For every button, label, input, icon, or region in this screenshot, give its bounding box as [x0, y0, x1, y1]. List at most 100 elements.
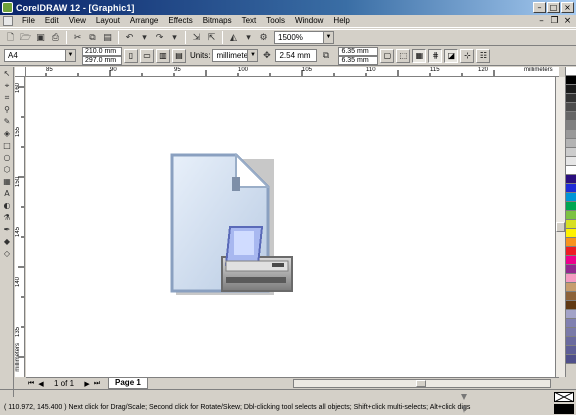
- palette-swatch[interactable]: [566, 175, 576, 184]
- ellipse-tool-icon[interactable]: ○: [1, 152, 13, 163]
- first-page-button[interactable]: ⏮: [26, 379, 36, 388]
- menu-effects[interactable]: Effects: [163, 15, 197, 27]
- redo-icon[interactable]: ↷: [153, 31, 166, 44]
- new-icon[interactable]: 🗋: [4, 31, 17, 44]
- doc-restore-button[interactable]: ❐: [550, 16, 559, 26]
- app-launcher-dropdown-icon[interactable]: ▾: [242, 31, 255, 44]
- last-page-button[interactable]: ⏭: [92, 379, 102, 388]
- maximize-button[interactable]: □: [547, 2, 560, 13]
- horizontal-ruler[interactable]: 85 90 95 100 105 110 115 120 millimeters: [26, 67, 559, 77]
- shape-tool-icon[interactable]: ⌖: [1, 80, 13, 91]
- treat-as-filled-button[interactable]: ▢: [380, 48, 395, 63]
- save-icon[interactable]: ▣: [34, 31, 47, 44]
- chevron-down-icon[interactable]: ▼: [65, 50, 75, 61]
- zoom-level-select[interactable]: 1500% ▼: [274, 31, 334, 44]
- basic-shapes-tool-icon[interactable]: ▦: [1, 176, 13, 187]
- document-icon[interactable]: [3, 16, 13, 26]
- horizontal-scroll-thumb[interactable]: [416, 380, 426, 387]
- menu-tools[interactable]: Tools: [261, 15, 290, 27]
- import-icon[interactable]: ⇲: [190, 31, 203, 44]
- palette-swatch[interactable]: [566, 202, 576, 211]
- menu-bitmaps[interactable]: Bitmaps: [198, 15, 237, 27]
- drawing-canvas[interactable]: [26, 77, 559, 377]
- palette-swatch[interactable]: [566, 220, 576, 229]
- duplicate-x-field[interactable]: 6.35 mm: [338, 46, 379, 56]
- palette-swatch[interactable]: [566, 67, 576, 76]
- palette-swatch[interactable]: [566, 328, 576, 337]
- smart-fill-tool-icon[interactable]: ◈: [1, 128, 13, 139]
- coreldraw-app-icon[interactable]: [2, 2, 13, 13]
- palette-swatch[interactable]: [566, 337, 576, 346]
- menu-file[interactable]: File: [17, 15, 40, 27]
- palette-swatch[interactable]: [566, 319, 576, 328]
- eyedropper-tool-icon[interactable]: ⚗: [1, 212, 13, 223]
- draw-objects-selected-button[interactable]: ⬚: [396, 48, 411, 63]
- palette-swatch[interactable]: [566, 121, 576, 130]
- nudge-distance-field[interactable]: 2.54 mm: [275, 49, 318, 62]
- corel-online-icon[interactable]: ⚙: [257, 31, 270, 44]
- vertical-ruler[interactable]: 160 155 150 145 140 135 millimeters: [15, 77, 25, 377]
- chevron-down-icon[interactable]: ▼: [323, 32, 333, 43]
- palette-swatch[interactable]: [566, 94, 576, 103]
- snap-to-grid-button[interactable]: ▦: [412, 48, 427, 63]
- menu-window[interactable]: Window: [290, 15, 328, 27]
- palette-swatch[interactable]: [566, 355, 576, 364]
- chevron-down-icon[interactable]: ▼: [247, 50, 258, 61]
- page-width-field[interactable]: 210.0 mm: [82, 46, 122, 56]
- redo-dropdown-icon[interactable]: ▾: [168, 31, 181, 44]
- paper-type-select[interactable]: A4 ▼: [4, 49, 76, 62]
- palette-swatch[interactable]: [566, 238, 576, 247]
- palette-swatch[interactable]: [566, 247, 576, 256]
- menu-arrange[interactable]: Arrange: [125, 15, 163, 27]
- snap-to-objects-button[interactable]: ◪: [444, 48, 459, 63]
- palette-swatch[interactable]: [566, 184, 576, 193]
- vertical-scrollbar[interactable]: [555, 77, 565, 377]
- menu-layout[interactable]: Layout: [91, 15, 125, 27]
- close-button[interactable]: ×: [561, 2, 574, 13]
- outline-tool-icon[interactable]: ✒: [1, 224, 13, 235]
- doc-close-button[interactable]: ×: [563, 16, 572, 26]
- dynamic-guides-button[interactable]: ⊹: [460, 48, 475, 63]
- palette-swatch[interactable]: [566, 157, 576, 166]
- palette-swatch[interactable]: [566, 292, 576, 301]
- units-select[interactable]: millimeters ▼: [212, 49, 259, 62]
- palette-swatch[interactable]: [566, 211, 576, 220]
- undo-icon[interactable]: ↶: [123, 31, 136, 44]
- export-icon[interactable]: ⇱: [205, 31, 218, 44]
- current-page-button[interactable]: ▤: [172, 48, 186, 63]
- palette-swatch[interactable]: [566, 103, 576, 112]
- next-page-button[interactable]: ▶: [82, 380, 92, 388]
- page-height-field[interactable]: 297.0 mm: [82, 55, 122, 65]
- vertical-scroll-thumb[interactable]: [556, 222, 565, 232]
- interactive-fill-tool-icon[interactable]: ◇: [1, 248, 13, 259]
- rectangle-tool-icon[interactable]: □: [1, 140, 13, 151]
- freehand-tool-icon[interactable]: ✎: [1, 116, 13, 127]
- palette-swatch[interactable]: [566, 130, 576, 139]
- pick-tool-icon[interactable]: ↖: [1, 68, 13, 79]
- landscape-button[interactable]: ▭: [140, 48, 154, 63]
- menu-edit[interactable]: Edit: [40, 15, 64, 27]
- palette-swatch[interactable]: [566, 301, 576, 310]
- palette-swatch[interactable]: [566, 85, 576, 94]
- copy-icon[interactable]: ⧉: [86, 31, 99, 44]
- document-printer-bitmap[interactable]: [26, 77, 559, 377]
- text-tool-icon[interactable]: A: [1, 188, 13, 199]
- paste-icon[interactable]: ▤: [101, 31, 114, 44]
- duplicate-y-field[interactable]: 6.35 mm: [338, 55, 379, 65]
- palette-swatch[interactable]: [566, 139, 576, 148]
- minimize-button[interactable]: –: [533, 2, 546, 13]
- ruler-origin[interactable]: [15, 67, 26, 77]
- app-launcher-icon[interactable]: ◭: [227, 31, 240, 44]
- fill-tool-icon[interactable]: ◆: [1, 236, 13, 247]
- palette-swatch[interactable]: [566, 265, 576, 274]
- palette-swatch[interactable]: [566, 148, 576, 157]
- portrait-button[interactable]: ▯: [124, 48, 138, 63]
- zoom-tool-icon[interactable]: ⚲: [1, 104, 13, 115]
- all-pages-button[interactable]: ▥: [156, 48, 170, 63]
- menu-text[interactable]: Text: [237, 15, 262, 27]
- snap-to-guidelines-button[interactable]: ⋕: [428, 48, 443, 63]
- options-button[interactable]: ☷: [476, 48, 491, 63]
- menu-view[interactable]: View: [64, 15, 91, 27]
- palette-swatch[interactable]: [566, 166, 576, 175]
- palette-swatch[interactable]: [566, 229, 576, 238]
